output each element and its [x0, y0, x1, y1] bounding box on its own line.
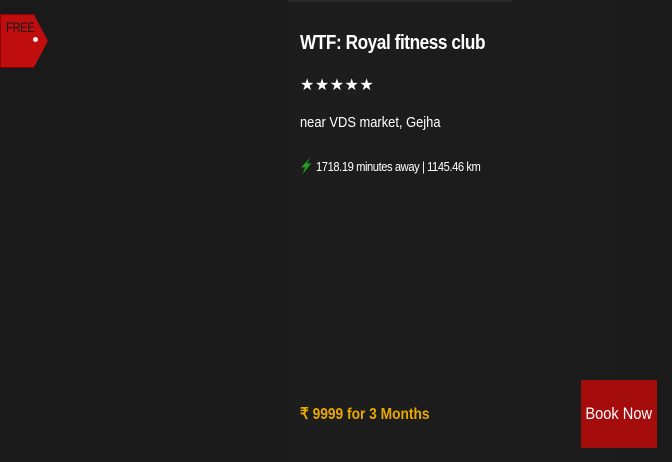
distance-text: 1718.19 minutes away | 1145.46 km [316, 158, 481, 174]
book-now-button[interactable]: Book Now [581, 380, 657, 448]
star-icon: ★★★★★ [300, 77, 375, 94]
gym-card[interactable]: FREE WTF: Royal fitness club ★★★★★ near … [0, 0, 672, 462]
gym-image-placeholder[interactable]: FREE [0, 0, 288, 462]
gym-title[interactable]: WTF: Royal fitness club [300, 32, 485, 55]
rating-stars: ★★★★★ [300, 75, 374, 95]
gym-listing-page: FREE WTF: Royal fitness club ★★★★★ near … [0, 0, 672, 462]
price-text: ₹ 9999 for 3 Months [300, 406, 430, 423]
gym-address: near VDS market, Gejha [300, 114, 441, 131]
book-now-label: Book Now [585, 404, 653, 423]
free-badge-label: FREE [6, 19, 35, 35]
tag-hole-icon [33, 37, 38, 42]
distance-row: 1718.19 minutes away | 1145.46 km [300, 156, 507, 176]
navigation-arrow-icon [301, 157, 312, 175]
